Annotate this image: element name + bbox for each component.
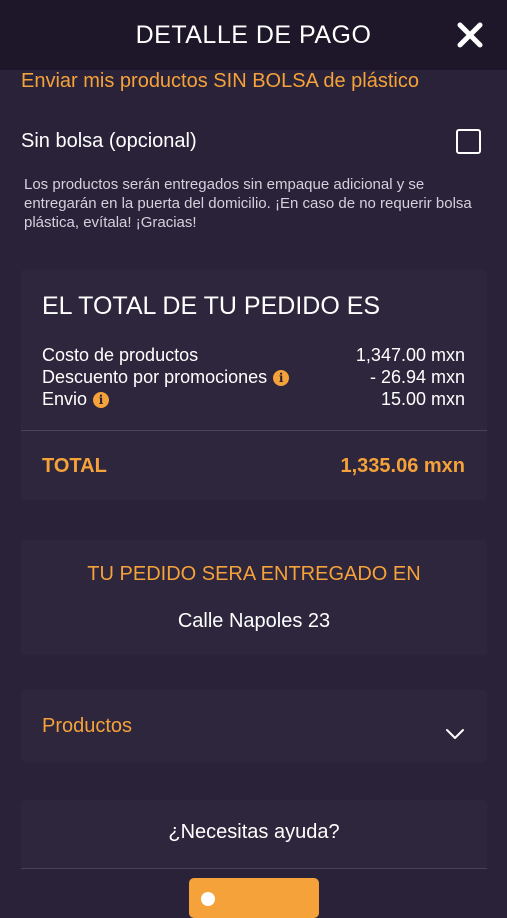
discount-label: Descuento por promociones — [42, 366, 268, 387]
user-icon — [201, 892, 215, 906]
order-total-card: EL TOTAL DE TU PEDIDO ES Costo de produc… — [21, 270, 487, 500]
no-bag-note: Los productos serán entregados sin empaq… — [24, 176, 472, 231]
total-row: TOTAL 1,335.06 mxn — [42, 455, 465, 478]
total-divider — [21, 430, 487, 431]
products-label: Productos — [42, 715, 133, 737]
discount-row: Descuento por promociones i - 26.94 mxn — [42, 366, 465, 388]
info-icon[interactable]: i — [273, 369, 290, 386]
total-value: 1,335.06 mxn — [340, 455, 465, 477]
delivery-address: Calle Napoles 23 — [177, 610, 331, 632]
order-total-heading: EL TOTAL DE TU PEDIDO ES — [42, 292, 381, 320]
help-question: ¿Necesitas ayuda? — [168, 821, 340, 843]
no-bag-checkbox[interactable] — [456, 128, 481, 154]
close-button[interactable] — [455, 20, 485, 50]
help-divider — [21, 868, 487, 869]
product-cost-value: 1,347.00 mxn — [355, 344, 465, 365]
header: DETALLE DE PAGO — [0, 0, 507, 70]
info-icon[interactable]: i — [93, 391, 110, 408]
product-cost-label: Costo de productos — [42, 344, 199, 365]
total-label: TOTAL — [42, 455, 107, 477]
chevron-down-icon — [446, 729, 464, 739]
shipping-row: Envio i 15.00 mxn — [42, 388, 465, 410]
product-cost-row: Costo de productos 1,347.00 mxn — [42, 344, 465, 366]
products-accordion[interactable]: Productos — [21, 690, 487, 762]
no-bag-option: Sin bolsa (opcional) — [21, 127, 485, 155]
help-button[interactable] — [189, 878, 319, 918]
page-title: DETALLE DE PAGO — [135, 20, 372, 49]
help-card: ¿Necesitas ayuda? — [21, 800, 487, 868]
no-bag-title: Enviar mis productos SIN BOLSA de plásti… — [21, 70, 419, 92]
delivery-card: TU PEDIDO SERA ENTREGADO EN Calle Napole… — [21, 540, 487, 655]
shipping-label: Envio — [42, 388, 88, 409]
discount-value: - 26.94 mxn — [369, 366, 465, 387]
no-bag-label: Sin bolsa (opcional) — [21, 129, 197, 152]
close-icon — [457, 22, 483, 48]
delivery-heading: TU PEDIDO SERA ENTREGADO EN — [87, 563, 421, 585]
shipping-value: 15.00 mxn — [380, 388, 465, 409]
